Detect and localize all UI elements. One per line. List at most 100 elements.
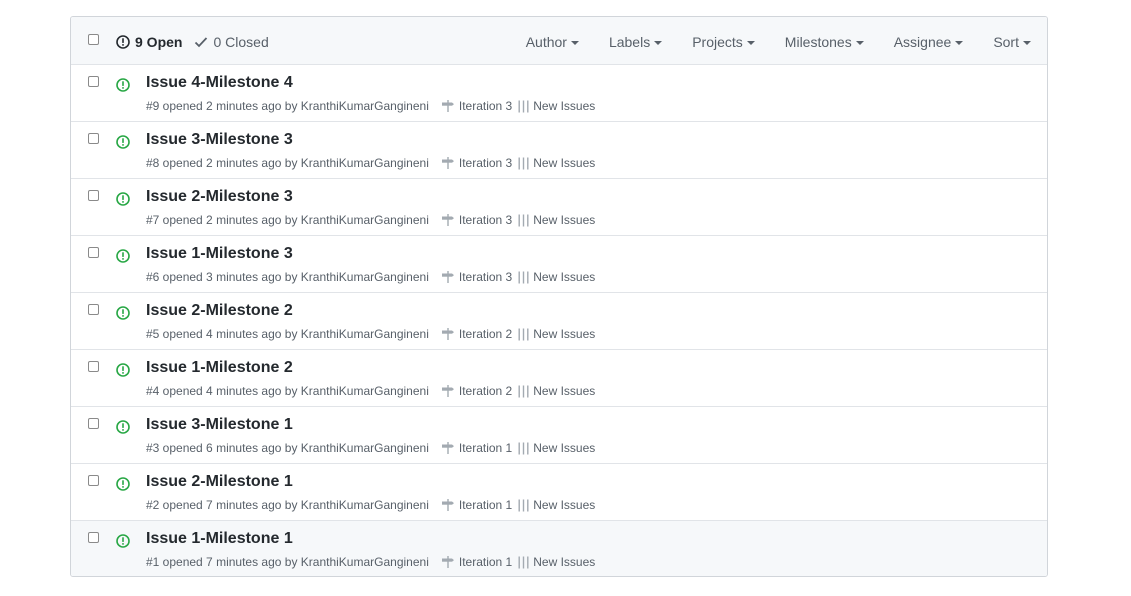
issue-meta: #9 opened 2 minutes ago by KranthiKumarG… — [146, 99, 595, 113]
issue-checkbox[interactable] — [88, 133, 99, 144]
project-label: New Issues — [533, 441, 596, 455]
issue-opened-by: #3 opened 6 minutes ago by KranthiKumarG… — [146, 441, 429, 455]
project-icon — [518, 442, 529, 454]
milestone-link[interactable]: Iteration 1 — [441, 555, 512, 569]
milestone-label: Iteration 2 — [458, 384, 513, 398]
issue-checkbox[interactable] — [88, 418, 99, 429]
issue-checkbox[interactable] — [88, 304, 99, 315]
project-link[interactable]: New Issues — [518, 384, 595, 398]
issue-meta: #5 opened 4 minutes ago by KranthiKumarG… — [146, 327, 595, 341]
caret-down-icon — [746, 41, 755, 45]
project-label: New Issues — [533, 555, 596, 569]
project-link[interactable]: New Issues — [518, 441, 595, 455]
assignee-filter[interactable]: Assignee — [894, 34, 964, 50]
issue-checkbox[interactable] — [88, 247, 99, 258]
milestone-label: Iteration 2 — [458, 327, 513, 341]
issue-opened-by: #4 opened 4 minutes ago by KranthiKumarG… — [146, 384, 429, 398]
issue-opened-by: #6 opened 3 minutes ago by KranthiKumarG… — [146, 270, 429, 284]
issue-opened-icon — [116, 420, 130, 434]
project-label: New Issues — [533, 213, 596, 227]
issue-opened-by: #8 opened 2 minutes ago by KranthiKumarG… — [146, 156, 429, 170]
sort-filter[interactable]: Sort — [993, 34, 1031, 50]
project-label: New Issues — [533, 498, 596, 512]
issue-row: Issue 1-Milestone 2 #4 opened 4 minutes … — [71, 350, 1047, 407]
labels-filter[interactable]: Labels — [609, 34, 663, 50]
issue-title-link[interactable]: Issue 2-Milestone 1 — [146, 473, 293, 491]
milestone-icon — [441, 100, 454, 112]
milestone-link[interactable]: Iteration 1 — [441, 441, 512, 455]
project-link[interactable]: New Issues — [518, 213, 595, 227]
issue-opened-icon — [116, 477, 130, 491]
issue-opened-by: #9 opened 2 minutes ago by KranthiKumarG… — [146, 99, 429, 113]
issue-row: Issue 2-Milestone 2 #5 opened 4 minutes … — [71, 293, 1047, 350]
milestone-link[interactable]: Iteration 3 — [441, 270, 512, 284]
sort-filter-label: Sort — [993, 34, 1019, 50]
milestone-icon — [441, 271, 454, 283]
milestone-link[interactable]: Iteration 3 — [441, 213, 512, 227]
issue-opened-icon — [116, 534, 130, 548]
select-all-checkbox[interactable] — [88, 34, 99, 45]
issue-checkbox[interactable] — [88, 532, 99, 543]
check-icon — [195, 37, 208, 48]
project-link[interactable]: New Issues — [518, 156, 595, 170]
milestone-icon — [441, 157, 454, 169]
caret-down-icon — [955, 41, 964, 45]
project-link[interactable]: New Issues — [518, 99, 595, 113]
issue-row: Issue 1-Milestone 1 #1 opened 7 minutes … — [71, 521, 1047, 576]
milestone-icon — [441, 499, 454, 511]
issue-checkbox[interactable] — [88, 475, 99, 486]
issue-checkbox[interactable] — [88, 190, 99, 201]
caret-down-icon — [570, 41, 579, 45]
issue-meta: #6 opened 3 minutes ago by KranthiKumarG… — [146, 270, 595, 284]
project-link[interactable]: New Issues — [518, 327, 595, 341]
issue-title-link[interactable]: Issue 2-Milestone 3 — [146, 188, 293, 206]
project-icon — [518, 556, 529, 568]
open-issues-tab[interactable]: 9 Open — [116, 34, 182, 50]
project-label: New Issues — [533, 270, 596, 284]
issue-checkbox[interactable] — [88, 76, 99, 87]
milestone-link[interactable]: Iteration 3 — [441, 156, 512, 170]
issue-title-link[interactable]: Issue 4-Milestone 4 — [146, 74, 293, 92]
issue-opened-by: #2 opened 7 minutes ago by KranthiKumarG… — [146, 498, 429, 512]
project-label: New Issues — [533, 384, 596, 398]
closed-issues-tab[interactable]: 0 Closed — [194, 34, 269, 50]
caret-down-icon — [1023, 41, 1031, 45]
issue-opened-icon — [116, 35, 130, 49]
milestone-link[interactable]: Iteration 2 — [441, 327, 512, 341]
milestones-filter[interactable]: Milestones — [785, 34, 864, 50]
issue-opened-icon — [116, 78, 130, 92]
milestone-link[interactable]: Iteration 2 — [441, 384, 512, 398]
project-label: New Issues — [533, 327, 596, 341]
project-link[interactable]: New Issues — [518, 555, 595, 569]
milestone-icon — [441, 328, 454, 340]
issue-meta: #3 opened 6 minutes ago by KranthiKumarG… — [146, 441, 595, 455]
project-icon — [518, 271, 529, 283]
issue-title-link[interactable]: Issue 3-Milestone 3 — [146, 131, 293, 149]
milestone-link[interactable]: Iteration 3 — [441, 99, 512, 113]
milestone-label: Iteration 3 — [458, 99, 513, 113]
project-icon — [518, 100, 529, 112]
issue-meta: #8 opened 2 minutes ago by KranthiKumarG… — [146, 156, 595, 170]
closed-count-label: 0 Closed — [213, 34, 269, 50]
issue-opened-icon — [116, 135, 130, 149]
projects-filter[interactable]: Projects — [692, 34, 755, 50]
issue-checkbox[interactable] — [88, 361, 99, 372]
milestone-icon — [441, 556, 454, 568]
author-filter[interactable]: Author — [526, 34, 579, 50]
issue-title-link[interactable]: Issue 1-Milestone 3 — [146, 245, 293, 263]
issue-title-link[interactable]: Issue 2-Milestone 2 — [146, 302, 293, 320]
project-link[interactable]: New Issues — [518, 270, 595, 284]
project-icon — [518, 328, 529, 340]
project-link[interactable]: New Issues — [518, 498, 595, 512]
milestone-label: Iteration 3 — [458, 213, 513, 227]
milestone-icon — [441, 385, 454, 397]
issue-row: Issue 2-Milestone 1 #2 opened 7 minutes … — [71, 464, 1047, 521]
milestone-label: Iteration 1 — [458, 498, 513, 512]
issue-title-link[interactable]: Issue 1-Milestone 1 — [146, 530, 293, 548]
issue-title-link[interactable]: Issue 3-Milestone 1 — [146, 416, 293, 434]
project-icon — [518, 157, 529, 169]
issue-title-link[interactable]: Issue 1-Milestone 2 — [146, 359, 293, 377]
issue-row: Issue 2-Milestone 3 #7 opened 2 minutes … — [71, 179, 1047, 236]
author-filter-label: Author — [525, 34, 567, 50]
milestone-link[interactable]: Iteration 1 — [441, 498, 512, 512]
